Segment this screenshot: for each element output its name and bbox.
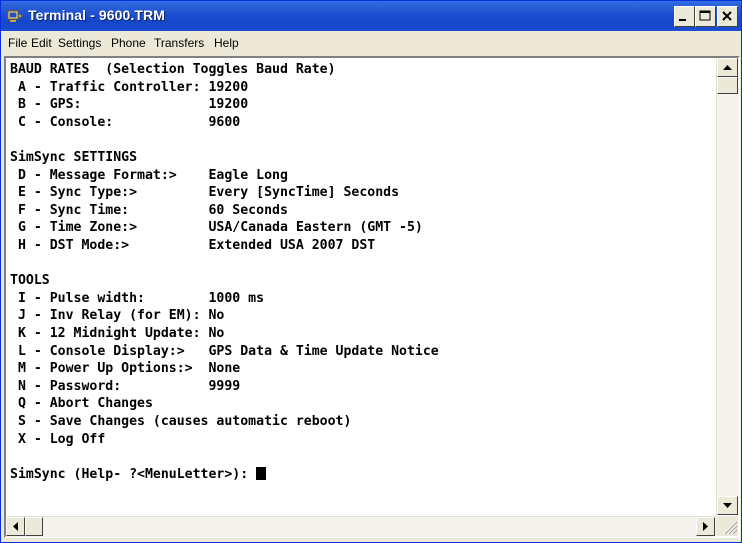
arrow-down-icon (723, 503, 732, 508)
horizontal-scroll-thumb[interactable] (25, 517, 43, 536)
terminal-line: C - Console: 9600 (10, 114, 241, 130)
scroll-down-button[interactable] (717, 496, 738, 515)
arrow-left-icon (13, 522, 18, 531)
terminal-line: K - 12 Midnight Update: No (10, 326, 225, 341)
resize-grip-icon (723, 521, 738, 535)
terminal-line: L - Console Display:> GPS Data & Time Up… (10, 343, 439, 359)
menu-help[interactable]: Help (214, 36, 239, 50)
vertical-scroll-thumb[interactable] (717, 77, 738, 94)
terminal-line: TOOLS (10, 273, 50, 289)
menu-bar: File Edit Settings Phone Transfers Help (1, 31, 741, 55)
terminal-line: D - Message Format:> Eagle Long (10, 167, 288, 183)
terminal-text[interactable]: BAUD RATES (Selection Toggles Baud Rate)… (8, 61, 714, 516)
minimize-button[interactable] (674, 6, 695, 27)
terminal-line: M - Power Up Options:> None (10, 361, 241, 377)
menu-phone[interactable]: Phone (111, 36, 146, 50)
minimize-icon (679, 19, 686, 21)
text-cursor (256, 466, 267, 480)
maximize-button[interactable] (695, 6, 716, 27)
terminal-line: J - Inv Relay (for EM): No (10, 308, 225, 324)
title-bar[interactable]: Terminal - 9600.TRM (1, 1, 741, 31)
terminal-client-area[interactable]: BAUD RATES (Selection Toggles Baud Rate)… (4, 56, 740, 538)
terminal-line: N - Password: 9999 (10, 378, 241, 394)
terminal-line: SimSync SETTINGS (10, 150, 138, 165)
terminal-line: F - Sync Time: 60 Seconds (10, 202, 288, 218)
horizontal-scrollbar[interactable] (6, 516, 716, 537)
terminal-window: Terminal - 9600.TRM File Edit Settings P… (0, 0, 742, 543)
terminal-line: S - Save Changes (causes automatic reboo… (10, 414, 352, 429)
menu-file[interactable]: File (8, 36, 27, 50)
arrow-up-icon (723, 65, 732, 70)
terminal-line: B - GPS: 19200 (10, 97, 249, 113)
vertical-scrollbar[interactable] (716, 58, 739, 515)
menu-transfers[interactable]: Transfers (154, 36, 204, 50)
prompt-line[interactable]: SimSync (Help- ?<MenuLetter>): (10, 466, 267, 483)
prompt-text: SimSync (Help- ?<MenuLetter>): (10, 466, 257, 482)
maximize-icon (699, 10, 711, 21)
terminal-line: H - DST Mode:> Extended USA 2007 DST (10, 238, 376, 253)
terminal-app-icon (7, 10, 23, 22)
terminal-line: A - Traffic Controller: 19200 (10, 79, 249, 95)
window-title: Terminal - 9600.TRM (28, 7, 166, 23)
terminal-line: G - Time Zone:> USA/Canada Eastern (GMT … (10, 220, 423, 236)
terminal-line: X - Log Off (10, 431, 106, 447)
terminal-line: BAUD RATES (Selection Toggles Baud Rate) (10, 62, 336, 77)
terminal-line: Q - Abort Changes (10, 396, 153, 412)
close-icon (722, 11, 732, 21)
scroll-left-button[interactable] (6, 517, 25, 536)
scroll-right-button[interactable] (696, 517, 715, 536)
close-button[interactable] (717, 6, 738, 27)
scroll-up-button[interactable] (717, 58, 738, 77)
terminal-line: I - Pulse width: 1000 ms (10, 290, 265, 306)
terminal-line: E - Sync Type:> Every [SyncTime] Seconds (10, 185, 400, 201)
menu-settings[interactable]: Settings (58, 36, 101, 50)
arrow-right-icon (703, 522, 708, 531)
menu-edit[interactable]: Edit (31, 36, 52, 50)
resize-grip[interactable] (716, 516, 738, 536)
